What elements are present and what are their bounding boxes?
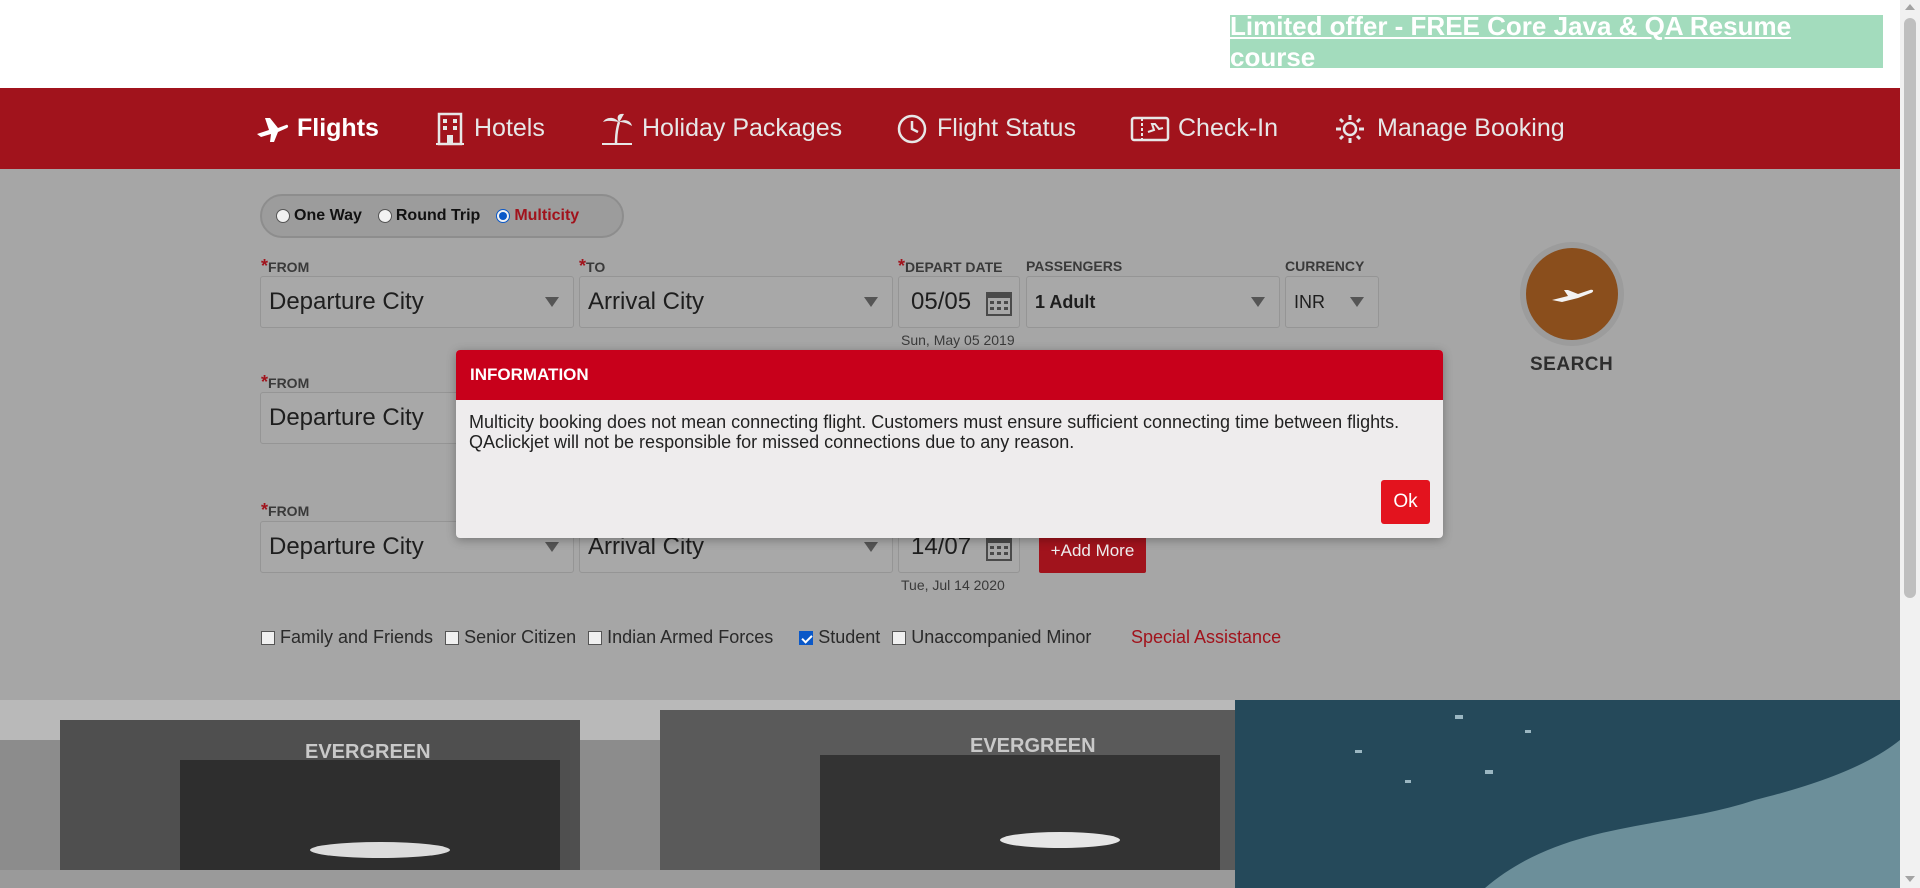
chevron-down-icon: [545, 542, 559, 552]
from-select-1[interactable]: Departure City: [260, 276, 574, 328]
dialog-message: Multicity booking does not mean connecti…: [469, 412, 1400, 452]
checkbox-unaccompanied-minor[interactable]: Unaccompanied Minor: [892, 627, 1091, 648]
nav-holiday-packages[interactable]: Holiday Packages: [600, 88, 842, 169]
from-label-1: *FROM: [261, 256, 310, 276]
chevron-down-icon: [864, 542, 878, 552]
passengers-select[interactable]: 1 Adult: [1026, 276, 1280, 328]
nav-flight-status-label: Flight Status: [937, 114, 1076, 142]
scrollbar-thumb[interactable]: [1904, 18, 1916, 598]
dialog-title: INFORMATION: [456, 350, 1443, 400]
depart-date-full-3: Tue, Jul 14 2020: [901, 577, 1005, 593]
chevron-down-icon: [1350, 297, 1364, 307]
search-label: SEARCH: [1530, 354, 1614, 375]
clock-icon: [897, 114, 927, 143]
checkbox-box[interactable]: [799, 630, 814, 645]
checkbox-label: Family and Friends: [280, 627, 434, 647]
nav-holiday-packages-label: Holiday Packages: [642, 114, 843, 142]
nav-check-in[interactable]: Check-In: [1130, 88, 1278, 169]
radio-one-way[interactable]: [276, 209, 290, 223]
currency-label: CURRENCY: [1285, 258, 1365, 274]
hangar-photo: EVERGREEN EVERGREEN: [0, 700, 1235, 888]
checkbox-label: Indian Armed Forces: [607, 627, 774, 647]
checkbox-label: Senior Citizen: [464, 627, 577, 647]
checkbox-label: Unaccompanied Minor: [911, 627, 1092, 647]
search-button-circle[interactable]: [1526, 248, 1618, 340]
vertical-scrollbar[interactable]: [1900, 0, 1920, 888]
from-value-3: Departure City: [269, 533, 424, 560]
checkbox-senior-citizen[interactable]: Senior Citizen: [445, 627, 576, 648]
discount-options: Family and Friends Senior Citizen Indian…: [261, 627, 1103, 648]
nav-flight-status[interactable]: Flight Status: [895, 88, 1076, 169]
trip-round-trip-label: Round Trip: [395, 207, 481, 224]
information-dialog: INFORMATION Multicity booking does not m…: [456, 350, 1443, 538]
from-label-3: *FROM: [261, 500, 310, 520]
trip-multicity[interactable]: Multicity: [496, 207, 579, 225]
checkbox-box[interactable]: [588, 630, 603, 645]
ticket-icon: [1130, 116, 1170, 141]
trip-one-way-label: One Way: [294, 207, 362, 224]
trip-round-trip[interactable]: Round Trip: [377, 207, 481, 225]
nav-flights[interactable]: Flights: [255, 88, 379, 169]
from-value-2: Departure City: [269, 404, 424, 431]
hangar-sign-1: EVERGREEN: [305, 741, 431, 763]
checkbox-box[interactable]: [261, 630, 275, 645]
nav-hotels[interactable]: Hotels: [434, 88, 545, 169]
gear-icon: [1336, 114, 1364, 143]
radio-round-trip[interactable]: [377, 209, 392, 223]
hangar-sign-2: EVERGREEN: [970, 735, 1096, 757]
currency-select[interactable]: INR: [1285, 276, 1379, 328]
coast-photo: [1235, 700, 1900, 888]
chevron-down-icon: [864, 297, 878, 307]
offer-link[interactable]: Limited offer - FREE Core Java & QA Resu…: [1230, 11, 1883, 73]
checkbox-label: Student: [818, 627, 881, 647]
from-label-2: *FROM: [261, 372, 310, 392]
checkbox-student[interactable]: Student: [799, 627, 880, 648]
search-button[interactable]: [1520, 242, 1624, 346]
palm-tree-icon: [602, 113, 632, 145]
to-value-1: Arrival City: [588, 288, 705, 315]
currency-value: INR: [1294, 291, 1325, 312]
passengers-value: 1 Adult: [1035, 291, 1096, 312]
nav-hotels-label: Hotels: [474, 114, 545, 142]
depart-date-label: *DEPART DATE: [898, 256, 1003, 276]
trip-multicity-label: Multicity: [514, 207, 580, 224]
nav-check-in-label: Check-In: [1178, 114, 1279, 142]
to-label-1: *TO: [579, 256, 606, 276]
plane-icon: [1552, 289, 1594, 302]
chevron-down-icon: [1251, 297, 1265, 307]
checkbox-armed-forces[interactable]: Indian Armed Forces: [588, 627, 773, 648]
trip-one-way[interactable]: One Way: [276, 207, 362, 225]
main-nav: Flights Hotels Holiday Packages Flight S…: [0, 88, 1900, 169]
checkbox-box[interactable]: [892, 630, 907, 645]
trip-type-selector: One Way Round Trip Multicity: [260, 194, 624, 238]
passengers-label: PASSENGERS: [1026, 258, 1123, 274]
nav-flights-label: Flights: [297, 114, 379, 142]
calendar-icon[interactable]: [985, 534, 1013, 562]
radio-multicity[interactable]: [496, 209, 511, 223]
checkbox-box[interactable]: [445, 630, 460, 645]
special-assistance-link[interactable]: Special Assistance: [1131, 627, 1281, 648]
plane-icon: [257, 117, 289, 142]
checkbox-family-friends[interactable]: Family and Friends: [261, 627, 433, 648]
scroll-down-icon[interactable]: [1905, 876, 1915, 882]
to-select-1[interactable]: Arrival City: [579, 276, 893, 328]
offer-banner: Limited offer - FREE Core Java & QA Resu…: [1230, 11, 1883, 72]
from-value-1: Departure City: [269, 288, 424, 315]
calendar-icon[interactable]: [985, 289, 1013, 317]
scroll-up-icon[interactable]: [1905, 4, 1915, 10]
nav-manage-booking-label: Manage Booking: [1377, 114, 1565, 142]
ok-button[interactable]: Ok: [1381, 480, 1430, 524]
chevron-down-icon: [545, 297, 559, 307]
depart-date-field-1[interactable]: 05/05: [898, 276, 1020, 328]
depart-date-value-1: 05/05: [911, 288, 972, 315]
nav-manage-booking[interactable]: Manage Booking: [1333, 88, 1565, 169]
depart-date-full-1: Sun, May 05 2019: [901, 332, 1015, 348]
hotel-icon: [436, 112, 464, 145]
